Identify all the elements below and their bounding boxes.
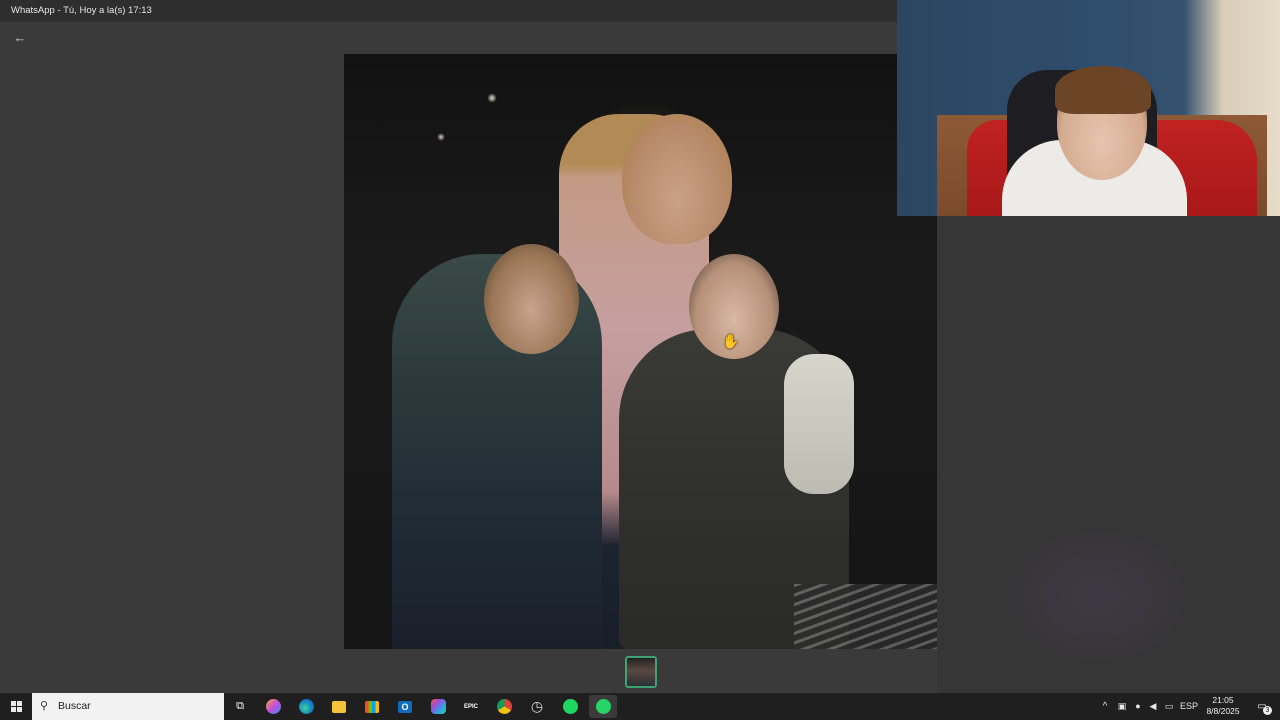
file-explorer-icon[interactable]: [325, 695, 353, 718]
search-icon: ⚲: [40, 700, 49, 712]
edge-icon[interactable]: [292, 695, 320, 718]
spotify-icon[interactable]: [556, 695, 584, 718]
copilot-icon[interactable]: [259, 695, 287, 718]
clock[interactable]: 21:05 8/8/2025: [1200, 695, 1246, 718]
microphone-icon[interactable]: ●: [1131, 693, 1145, 720]
epic-games-icon[interactable]: EPIC: [457, 695, 485, 718]
search-placeholder: Buscar: [58, 700, 91, 712]
webcam-hair: [1055, 66, 1151, 114]
whatsapp-window: WhatsApp - Tú, Hoy a la(s) 17:13 ← ✋: [0, 0, 1280, 693]
photo-figure: [622, 114, 732, 244]
taskbar: ⚲ Buscar ⧉ O EPIC ◷ ^ ▣ ● ◀ ▭ ESP 21:05 …: [0, 693, 1280, 720]
notification-count: 3: [1263, 706, 1272, 715]
photo-figure: [784, 354, 854, 494]
notification-icon[interactable]: ▭ 3: [1250, 695, 1274, 718]
tray-app-icon[interactable]: ▣: [1115, 693, 1129, 720]
hand-cursor-icon: ✋: [722, 333, 740, 349]
media-photo[interactable]: [344, 54, 937, 649]
blurred-area: [937, 216, 1280, 693]
volume-icon[interactable]: ◀: [1146, 693, 1160, 720]
photo-figure: [484, 244, 579, 354]
outlook-icon[interactable]: O: [391, 695, 419, 718]
photo-floor: [794, 584, 937, 649]
language-indicator[interactable]: ESP: [1178, 693, 1200, 720]
clock-time: 21:05: [1212, 695, 1234, 705]
back-arrow-icon[interactable]: ←: [10, 29, 30, 47]
taskbar-search-input[interactable]: ⚲ Buscar: [32, 693, 224, 720]
windows-start-icon[interactable]: [0, 693, 32, 720]
whatsapp-icon[interactable]: [589, 695, 617, 718]
webcam-overlay: [897, 0, 1280, 216]
chrome-icon[interactable]: [490, 695, 518, 718]
tray-chevron-icon[interactable]: ^: [1098, 693, 1112, 720]
task-view-icon[interactable]: ⧉: [226, 695, 254, 718]
microsoft-store-icon[interactable]: [358, 695, 386, 718]
media-thumbnail[interactable]: [625, 656, 657, 688]
clock-date: 8/8/2025: [1206, 706, 1240, 716]
outlook-glyph: O: [398, 700, 412, 713]
microsoft-365-icon[interactable]: [424, 695, 452, 718]
network-icon[interactable]: ▭: [1162, 693, 1176, 720]
clock-app-icon[interactable]: ◷: [523, 695, 551, 718]
